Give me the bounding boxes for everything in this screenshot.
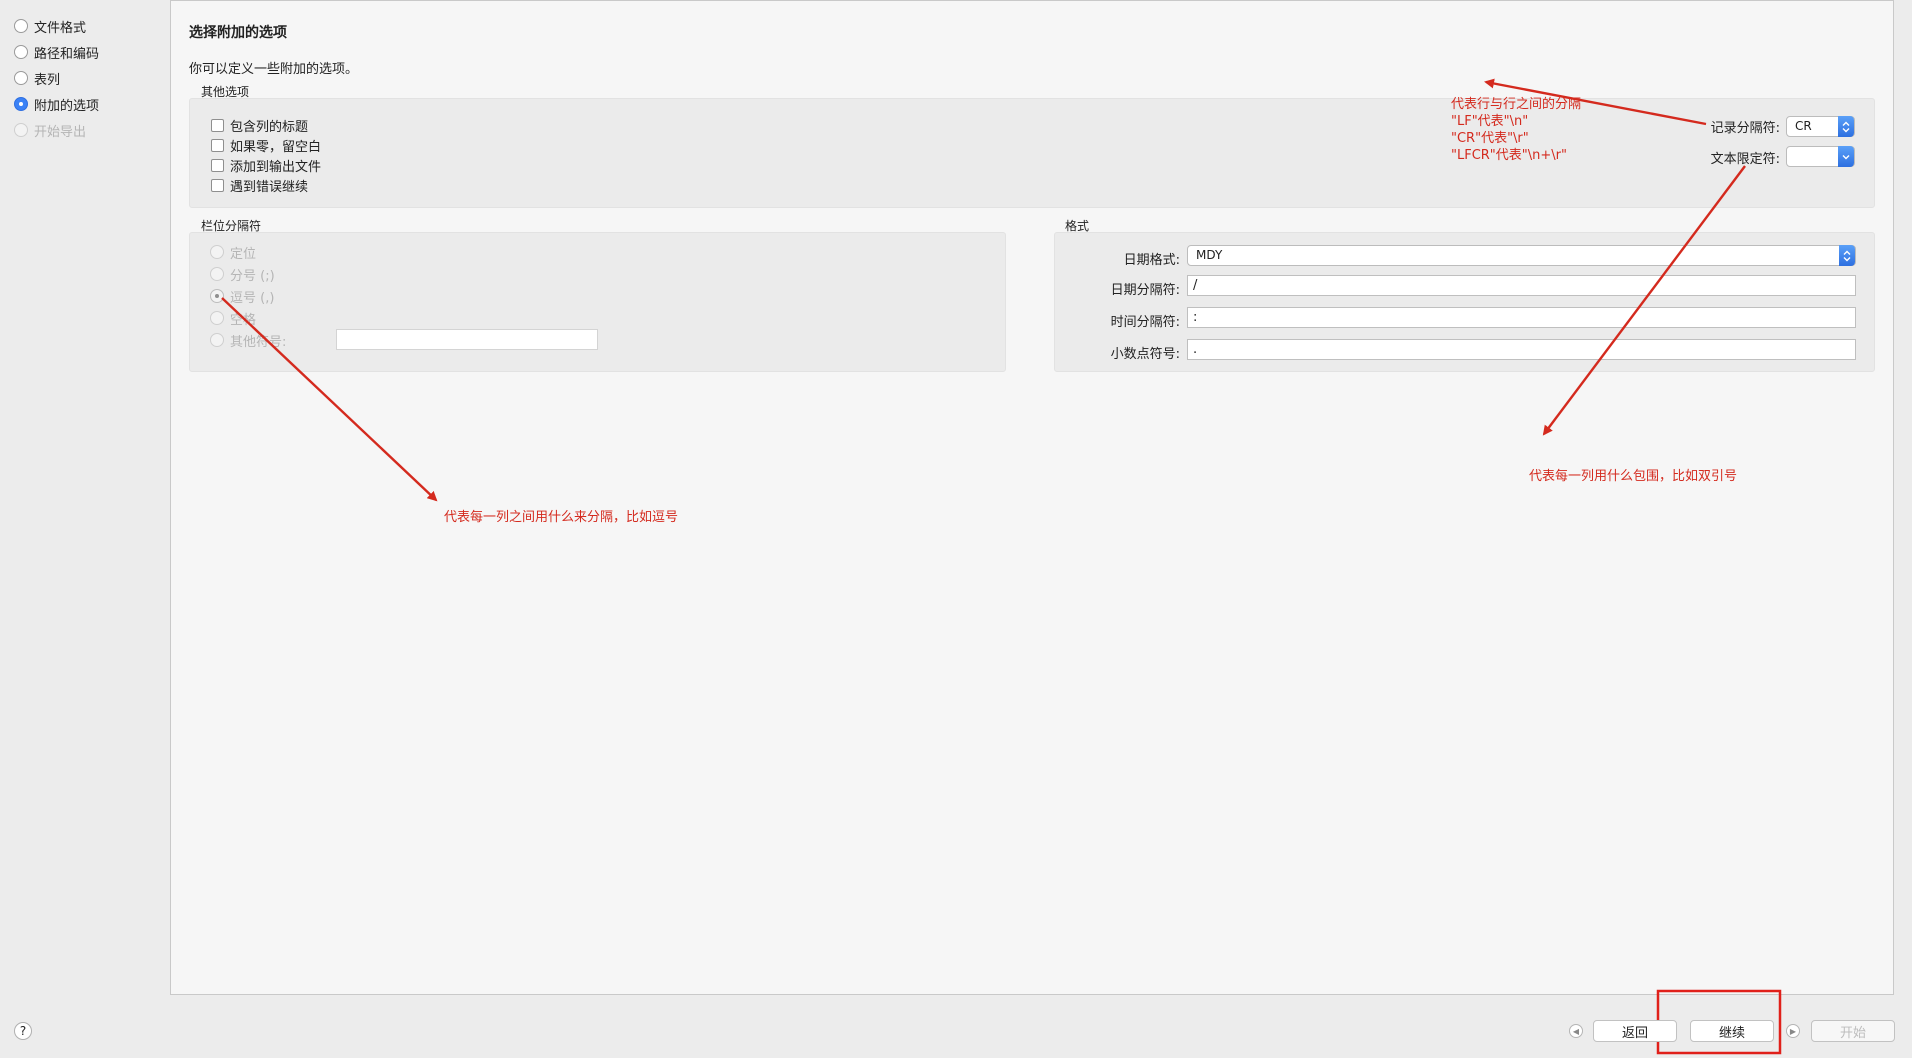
start-button: 开始 (1811, 1020, 1895, 1042)
arrow-text-qualifier (1542, 165, 1746, 436)
continue-button[interactable]: 继续 (1690, 1020, 1774, 1042)
annotation-arrows (221, 78, 1782, 1055)
back-arrow-icon: ◀ (1569, 1024, 1583, 1038)
arrow-column-separator (221, 297, 438, 502)
arrow-row-separator (1484, 78, 1707, 126)
forward-arrow-icon: ▶ (1786, 1024, 1800, 1038)
back-button[interactable]: 返回 (1593, 1020, 1677, 1042)
